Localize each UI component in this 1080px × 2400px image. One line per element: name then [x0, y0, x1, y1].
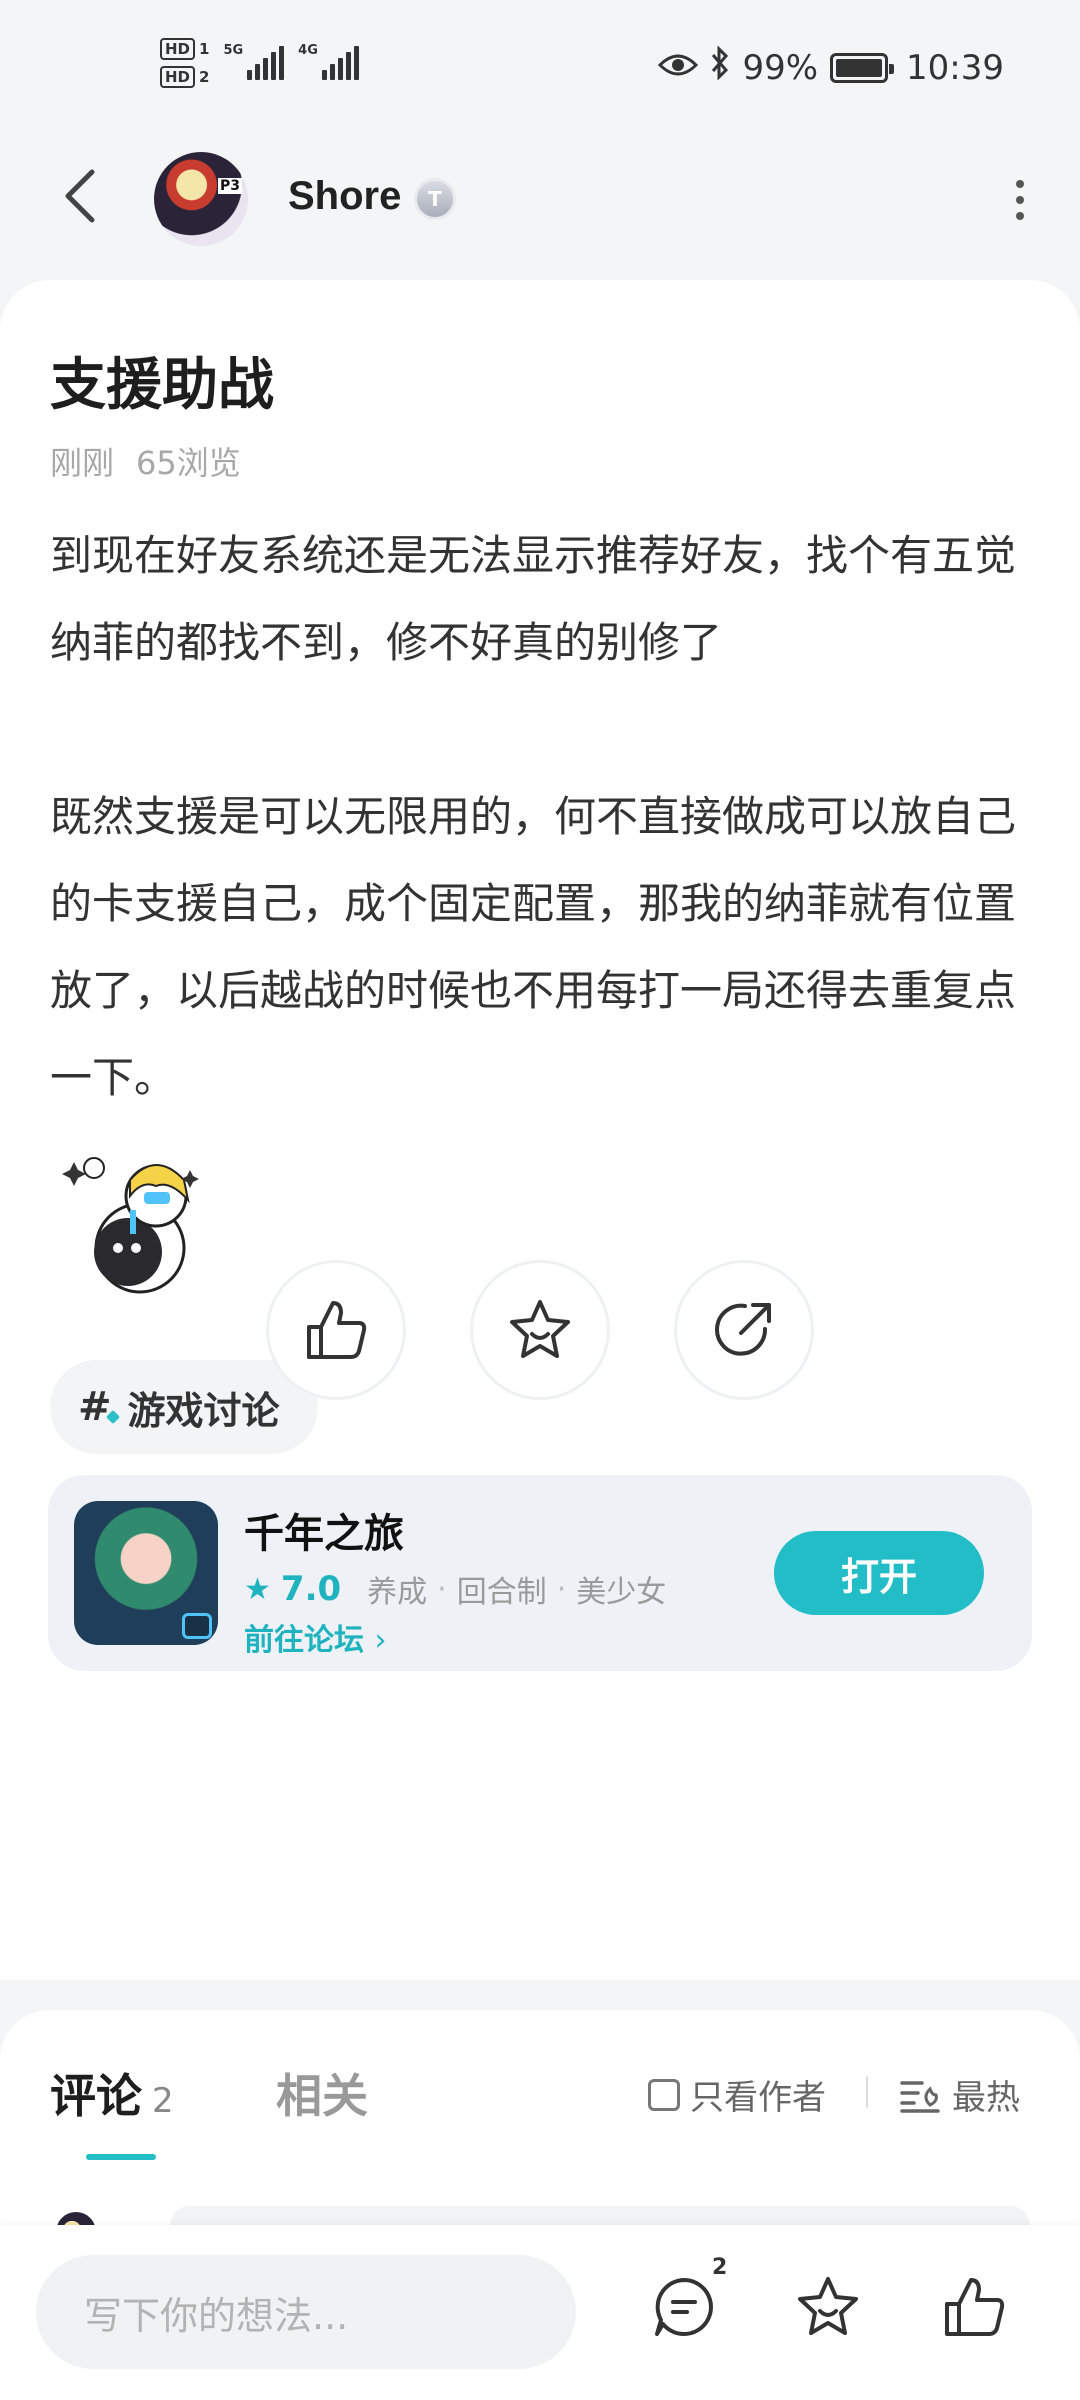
post-paragraph: 既然支援是可以无限用的，何不直接做成可以放自己的卡支援自己，成个固定配置，那我的…: [50, 792, 1017, 1102]
battery-percent: 99%: [742, 47, 819, 88]
chevron-left-icon: [65, 169, 95, 223]
share-button[interactable]: [674, 1260, 814, 1400]
share-icon: [715, 1303, 771, 1356]
avatar-text: P3: [217, 178, 242, 194]
like-button[interactable]: [266, 1260, 406, 1400]
signal-bars-icon: [321, 46, 359, 80]
active-tab-indicator: [86, 2154, 156, 2160]
game-rating: 7.0: [280, 1569, 342, 1609]
hd-indicators: HD 1 HD 2: [160, 38, 209, 88]
more-options-button[interactable]: [1000, 170, 1040, 230]
post-paragraph: 到现在好友系统还是无法显示推荐好友，找个有五觉纳菲的都找不到，修不好真的别修了: [50, 531, 1017, 667]
dot-icon: [1016, 212, 1024, 220]
game-info-row: ★ 7.0 养成 · 回合制 · 美少女: [244, 1567, 666, 1611]
author-avatar[interactable]: P3: [154, 152, 248, 246]
divider: [866, 2076, 868, 2108]
game-tag: 美少女: [576, 1575, 667, 1610]
post-body: 到现在好友系统还是无法显示推荐好友，找个有五觉纳菲的都找不到，修不好真的别修了 …: [50, 512, 1030, 1121]
signal-5g: 5G: [223, 43, 285, 80]
game-icon: [74, 1501, 218, 1645]
tv-icon: [182, 1613, 212, 1639]
post-time: 刚刚: [50, 444, 115, 482]
favorite-bottom-button[interactable]: [788, 2267, 868, 2347]
star-icon: [510, 1300, 570, 1358]
favorite-button[interactable]: [470, 1260, 610, 1400]
checkbox-icon: [648, 2078, 680, 2111]
hd2-label: HD: [160, 66, 196, 88]
dot-icon: [1016, 180, 1024, 188]
status-bar: HD 1 HD 2 5G 4G 99% 10:39: [0, 0, 1080, 130]
comment-count-badge: 2: [712, 2255, 728, 2280]
game-card[interactable]: 千年之旅 ★ 7.0 养成 · 回合制 · 美少女 前往论坛 › 打开: [48, 1475, 1032, 1671]
battery-fill: [836, 58, 882, 77]
thumbs-up-icon: [945, 2278, 1005, 2336]
signal-4g: 4G: [298, 43, 359, 80]
dot-icon: [1016, 196, 1024, 204]
status-left: HD 1 HD 2 5G 4G: [160, 38, 359, 88]
post-card: 支援助战 刚刚 65浏览 到现在好友系统还是无法显示推荐好友，找个有五觉纳菲的都找…: [0, 280, 1080, 1980]
post-meta: 刚刚 65浏览: [50, 438, 241, 484]
comment-count: 2: [152, 2081, 174, 2121]
thumbs-up-icon: [307, 1301, 367, 1359]
game-name: 千年之旅: [244, 1511, 404, 1557]
net-4g-label: 4G: [298, 43, 318, 58]
tag-separator: ·: [437, 1571, 447, 1607]
tab-related[interactable]: 相关: [276, 2060, 368, 2126]
comment-bubble-icon: [655, 2278, 713, 2336]
tab-comments[interactable]: 评论 2: [50, 2060, 174, 2126]
sort-button[interactable]: 最热: [900, 2070, 1020, 2119]
bluetooth-icon: [710, 45, 730, 89]
comment-input[interactable]: 写下你的想法...: [36, 2255, 576, 2369]
sort-icon: [900, 2080, 940, 2113]
hd1-number: 1: [199, 40, 210, 58]
like-bottom-button[interactable]: [934, 2267, 1014, 2347]
battery-icon: [830, 52, 895, 83]
tab-comments-label: 评论: [50, 2069, 142, 2123]
open-game-button[interactable]: 打开: [774, 1531, 984, 1615]
author-only-label: 只看作者: [690, 2078, 826, 2118]
author-only-toggle[interactable]: 只看作者: [648, 2070, 826, 2119]
back-button[interactable]: [50, 166, 110, 226]
star-icon: [798, 2277, 858, 2335]
eye-icon: [658, 48, 699, 88]
post-views: 65浏览: [136, 444, 241, 482]
chevron-right-icon: ›: [374, 1623, 387, 1658]
forum-link[interactable]: 前往论坛 ›: [244, 1615, 386, 1659]
game-tag: 养成: [367, 1575, 428, 1610]
author-name[interactable]: Shore: [288, 174, 401, 219]
forum-link-label: 前往论坛: [244, 1623, 364, 1658]
post-actions: [0, 1260, 1080, 1400]
net-5g-label: 5G: [223, 43, 244, 58]
clock: 10:39: [906, 47, 1004, 88]
post-header: P3 Shore T: [0, 130, 1080, 280]
rating-star-icon: ★: [244, 1571, 271, 1607]
user-level-badge: T: [414, 178, 456, 220]
hd2-number: 2: [199, 68, 210, 86]
tag-separator: ·: [556, 1571, 567, 1607]
post-title: 支援助战: [50, 353, 274, 418]
hd1-label: HD: [160, 38, 196, 60]
bottom-bar: 写下你的想法... 2: [0, 2225, 1080, 2400]
sort-label: 最热: [952, 2078, 1020, 2118]
status-right: 99% 10:39: [658, 45, 1004, 89]
game-tag: 回合制: [456, 1575, 547, 1610]
signal-bars-icon: [247, 46, 285, 80]
